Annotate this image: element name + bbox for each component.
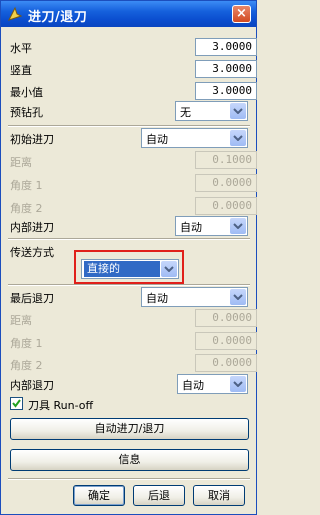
- final-retract-value: 自动: [146, 292, 168, 305]
- vertical-input[interactable]: 3.0000: [195, 60, 257, 78]
- separator: [8, 238, 250, 240]
- internal-retract-label: 内部退刀: [10, 379, 54, 392]
- initial-angle2-label: 角度 2: [10, 202, 43, 215]
- initial-angle1-input[interactable]: 0.0000: [195, 174, 257, 192]
- initial-distance-row: 距离 0.1000: [10, 151, 257, 171]
- internal-engage-label: 内部进刀: [10, 221, 54, 234]
- internal-engage-select[interactable]: 自动: [175, 216, 248, 236]
- initial-distance-label: 距离: [10, 156, 32, 169]
- transfer-label: 传送方式: [10, 246, 54, 259]
- close-icon: ×: [236, 6, 247, 21]
- predrill-select[interactable]: 无: [175, 101, 248, 121]
- final-angle2-label: 角度 2: [10, 359, 43, 372]
- separator: [8, 478, 250, 480]
- final-angle2-row: 角度 2 0.0000: [10, 354, 257, 374]
- final-angle1-input[interactable]: 0.0000: [195, 332, 257, 350]
- tool-runoff-checkbox[interactable]: [10, 397, 23, 410]
- engage-retract-icon: [8, 6, 23, 21]
- initial-engage-select[interactable]: 自动: [141, 128, 248, 148]
- title-bar[interactable]: 进刀/退刀 ×: [1, 1, 256, 27]
- window-title: 进刀/退刀: [28, 10, 88, 25]
- internal-engage-value: 自动: [180, 221, 202, 234]
- cancel-button[interactable]: 取消: [193, 485, 245, 506]
- horizontal-row: 水平 3.0000: [10, 37, 257, 57]
- separator: [8, 284, 250, 286]
- initial-angle2-input[interactable]: 0.0000: [195, 197, 257, 215]
- internal-engage-row: 内部进刀 自动: [10, 216, 250, 236]
- vertical-row: 竖直 3.0000: [10, 59, 257, 79]
- final-retract-label: 最后退刀: [10, 292, 54, 305]
- horizontal-label: 水平: [10, 42, 32, 55]
- predrill-label: 预钻孔: [10, 106, 43, 119]
- initial-angle1-row: 角度 1 0.0000: [10, 174, 257, 194]
- initial-angle1-label: 角度 1: [10, 179, 43, 192]
- predrill-row: 预钻孔 无: [10, 101, 250, 121]
- horizontal-input[interactable]: 3.0000: [195, 38, 257, 56]
- initial-engage-value: 自动: [146, 133, 168, 146]
- tool-runoff-label: 刀具 Run-off: [28, 399, 94, 412]
- vertical-label: 竖直: [10, 64, 32, 77]
- chevron-down-icon[interactable]: [230, 218, 246, 234]
- chevron-down-icon[interactable]: [230, 103, 246, 119]
- final-angle1-row: 角度 1 0.0000: [10, 332, 257, 352]
- final-angle2-input[interactable]: 0.0000: [195, 354, 257, 372]
- info-button[interactable]: 信息: [10, 449, 249, 471]
- chevron-down-icon[interactable]: [161, 261, 177, 277]
- back-button[interactable]: 后退: [133, 485, 185, 506]
- close-button[interactable]: ×: [232, 5, 251, 23]
- minimum-row: 最小值 3.0000: [10, 81, 257, 101]
- initial-engage-row: 初始进刀 自动: [10, 128, 250, 148]
- final-retract-row: 最后退刀 自动: [10, 287, 250, 307]
- chevron-down-icon[interactable]: [230, 376, 246, 392]
- initial-angle2-row: 角度 2 0.0000: [10, 197, 257, 217]
- final-distance-input[interactable]: 0.0000: [195, 309, 257, 327]
- auto-engage-retract-button[interactable]: 自动进刀/退刀: [10, 418, 249, 440]
- separator: [8, 125, 250, 127]
- internal-retract-value: 自动: [182, 379, 204, 392]
- final-distance-label: 距离: [10, 314, 32, 327]
- minimum-label: 最小值: [10, 86, 43, 99]
- transfer-select[interactable]: 直接的: [81, 259, 179, 279]
- chevron-down-icon[interactable]: [230, 130, 246, 146]
- dialog-window: 进刀/退刀 × 水平 3.0000 竖直 3.0000 最小值 3.0000 预…: [0, 0, 257, 515]
- final-angle1-label: 角度 1: [10, 337, 43, 350]
- initial-distance-input[interactable]: 0.1000: [195, 151, 257, 169]
- internal-retract-row: 内部退刀 自动: [10, 374, 250, 394]
- minimum-input[interactable]: 3.0000: [195, 82, 257, 100]
- ok-button[interactable]: 确定: [73, 485, 125, 506]
- checkmark-icon: [12, 399, 21, 408]
- final-retract-select[interactable]: 自动: [141, 287, 248, 307]
- transfer-value: 直接的: [84, 261, 160, 277]
- initial-engage-label: 初始进刀: [10, 133, 54, 146]
- final-distance-row: 距离 0.0000: [10, 309, 257, 329]
- chevron-down-icon[interactable]: [230, 289, 246, 305]
- predrill-value: 无: [180, 106, 191, 119]
- internal-retract-select[interactable]: 自动: [177, 374, 248, 394]
